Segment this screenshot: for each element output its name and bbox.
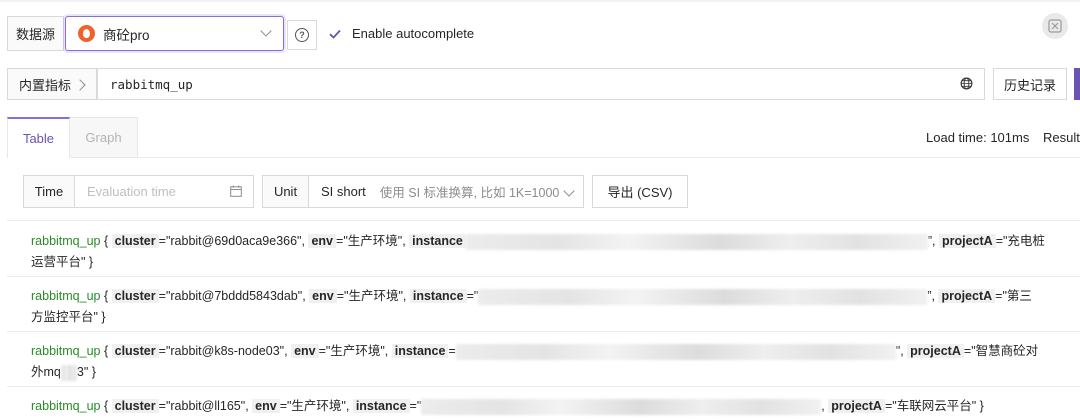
label-key: instance <box>391 344 449 358</box>
label-key: env <box>291 344 319 358</box>
evaluation-time-input[interactable]: Evaluation time <box>74 175 254 208</box>
label-value: "智慧商砼对 <box>971 344 1039 358</box>
table-row: rabbitmq_up { cluster ="rabbit@7bddd5843d… <box>31 288 1032 324</box>
autocomplete-checkbox[interactable] <box>328 27 342 41</box>
load-time-text: Load time: 101ms <box>926 130 1030 145</box>
table-row: rabbitmq_up { cluster ="rabbit@69d0aca9e3… <box>31 233 1045 269</box>
redacted-value <box>60 364 77 381</box>
datasource-value: 商砼pro <box>103 27 150 43</box>
redacted-value <box>421 398 822 415</box>
chevron-down-icon <box>260 25 272 37</box>
row-divider <box>7 386 1080 387</box>
label-value: " <box>895 344 901 358</box>
redacted-value <box>465 233 928 250</box>
unit-hint: 使用 SI 标准换算, 比如 1K=1000 <box>379 186 560 200</box>
check-icon <box>329 29 341 39</box>
metric-name: rabbitmq_up <box>31 344 101 358</box>
tab-graph[interactable]: Graph <box>70 117 138 158</box>
label-key: projectA <box>828 399 885 413</box>
builtin-metrics-selector[interactable]: 内置指标 <box>7 68 97 100</box>
metric-name: rabbitmq_up <box>31 399 101 413</box>
label-value: "生产环境" <box>343 234 403 248</box>
label-key: env <box>308 234 336 248</box>
label-key: cluster <box>111 234 159 248</box>
label-value: "充电桩 <box>1003 234 1045 248</box>
label-value: ” <box>927 234 933 248</box>
expression-value: rabbitmq_up <box>110 76 193 92</box>
globe-icon[interactable] <box>960 77 973 90</box>
row-divider <box>7 276 1080 277</box>
metric-name: rabbitmq_up <box>31 289 101 303</box>
label-key: cluster <box>111 399 159 413</box>
label-value-cont: 3" } <box>76 365 96 379</box>
label-value: "rabbit@k8s-node03" <box>165 344 285 358</box>
metric-name: rabbitmq_up <box>31 234 101 248</box>
calendar-icon <box>230 185 242 197</box>
autocomplete-label: Enable autocomplete <box>352 26 475 41</box>
label-value: "生产环境" <box>325 344 385 358</box>
top-divider <box>0 0 1080 2</box>
time-label: Time <box>23 175 75 208</box>
label-key: instance <box>409 289 467 303</box>
label-key: env <box>252 399 280 413</box>
row-divider <box>7 331 1080 332</box>
label-value: "生产环境" <box>287 399 346 413</box>
table-row: rabbitmq_up { cluster ="rabbit@k8s-node03… <box>31 343 1039 381</box>
datasource-logo-icon <box>78 25 95 42</box>
execute-button-edge[interactable] <box>1074 68 1080 100</box>
tab-table[interactable]: Table <box>7 117 70 158</box>
question-icon: ? <box>295 28 309 42</box>
label-key: instance <box>352 399 410 413</box>
label-value: ” <box>927 289 932 303</box>
chevron-down-icon <box>563 185 575 197</box>
close-button[interactable] <box>1042 13 1068 39</box>
redacted-value <box>455 343 896 360</box>
history-button[interactable]: 历史记录 <box>993 68 1067 100</box>
unit-select[interactable]: SI short 使用 SI 标准换算, 比如 1K=1000 <box>308 175 584 208</box>
expression-input[interactable]: rabbitmq_up <box>97 68 985 100</box>
help-button[interactable]: ? <box>287 20 317 50</box>
datasource-select[interactable]: 商砼pro <box>65 16 284 51</box>
label-value: "rabbit@ll165" <box>165 399 246 413</box>
label-key: cluster <box>111 289 159 303</box>
label-value: "车联网云平台" } <box>892 399 984 413</box>
close-icon <box>1048 19 1062 33</box>
label-key: cluster <box>111 344 159 358</box>
label-value-cont: 方监控平台" } <box>31 310 106 324</box>
chevron-right-icon <box>74 79 86 91</box>
row-divider <box>7 220 1080 221</box>
label-key: projectA <box>938 289 996 303</box>
result-count-text: Result <box>1043 130 1080 145</box>
unit-label: Unit <box>262 175 309 208</box>
table-row: rabbitmq_up { cluster ="rabbit@ll165", en… <box>31 398 984 415</box>
label-value: "第三 <box>1002 289 1032 303</box>
evaluation-time-placeholder: Evaluation time <box>87 184 176 199</box>
tab-bar-divider <box>138 157 1080 158</box>
label-key: projectA <box>938 234 996 248</box>
redacted-value <box>478 288 928 305</box>
label-key: env <box>309 289 337 303</box>
label-value: "生产环境" <box>344 289 403 303</box>
export-csv-button[interactable]: 导出 (CSV) <box>592 175 688 208</box>
label-key: projectA <box>907 344 964 358</box>
datasource-label: 数据源 <box>7 16 64 51</box>
builtin-metrics-label: 内置指标 <box>19 77 72 93</box>
label-value: "rabbit@69d0aca9e366" <box>165 234 302 248</box>
label-value-cont: 运营平台" } <box>31 255 94 269</box>
label-value-cont: 外mq <box>31 365 61 379</box>
label-key: instance <box>409 234 466 248</box>
label-value: "rabbit@7bddd5843dab" <box>165 289 303 303</box>
unit-value: SI short <box>321 184 366 199</box>
